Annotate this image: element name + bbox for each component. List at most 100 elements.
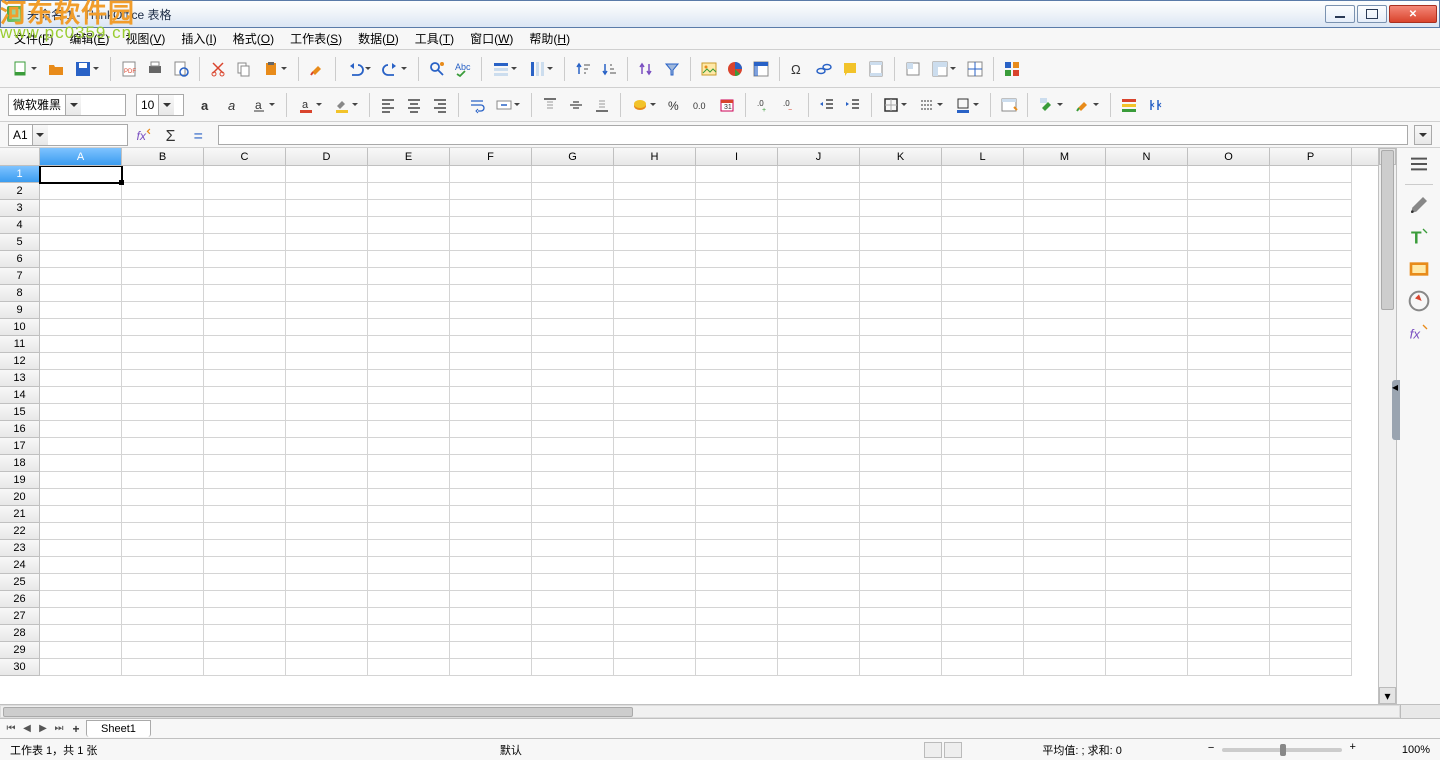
cell[interactable]: [778, 438, 860, 455]
cell[interactable]: [1270, 421, 1352, 438]
cell[interactable]: [1188, 285, 1270, 302]
cell[interactable]: [204, 642, 286, 659]
cell[interactable]: [450, 523, 532, 540]
cell[interactable]: [942, 591, 1024, 608]
cell[interactable]: [614, 574, 696, 591]
cell[interactable]: [942, 404, 1024, 421]
cell[interactable]: [614, 472, 696, 489]
cell[interactable]: [40, 523, 122, 540]
cell[interactable]: [942, 319, 1024, 336]
cell[interactable]: [696, 472, 778, 489]
cell[interactable]: [450, 489, 532, 506]
cell[interactable]: [122, 608, 204, 625]
cell[interactable]: [614, 489, 696, 506]
cell[interactable]: [204, 438, 286, 455]
cell[interactable]: [40, 540, 122, 557]
merge-cells-button[interactable]: [491, 93, 525, 117]
cell[interactable]: [286, 251, 368, 268]
cell[interactable]: [40, 489, 122, 506]
cell[interactable]: [368, 166, 450, 183]
column-header[interactable]: N: [1106, 148, 1188, 165]
cell[interactable]: [860, 523, 942, 540]
cell[interactable]: [368, 472, 450, 489]
cell[interactable]: [1270, 251, 1352, 268]
column-header[interactable]: A: [40, 148, 122, 165]
sheet-nav-first[interactable]: ⏮: [4, 722, 18, 736]
cell[interactable]: [1270, 370, 1352, 387]
cell[interactable]: [122, 217, 204, 234]
cell[interactable]: [204, 489, 286, 506]
cell[interactable]: [860, 557, 942, 574]
cell[interactable]: [450, 540, 532, 557]
cell[interactable]: [778, 234, 860, 251]
cell[interactable]: [778, 404, 860, 421]
cell[interactable]: [450, 404, 532, 421]
cell[interactable]: [860, 217, 942, 234]
font-color-button[interactable]: a: [293, 93, 327, 117]
cell[interactable]: [1270, 506, 1352, 523]
gallery-panel-icon[interactable]: [1407, 257, 1431, 281]
cell[interactable]: [1270, 608, 1352, 625]
cell[interactable]: [532, 506, 614, 523]
cell[interactable]: [40, 166, 122, 183]
row-header[interactable]: 29: [0, 642, 40, 659]
cell[interactable]: [614, 200, 696, 217]
insert-comment-button[interactable]: [838, 57, 862, 81]
cut-button[interactable]: [206, 57, 230, 81]
row-header[interactable]: 1: [0, 166, 40, 183]
cell[interactable]: [696, 387, 778, 404]
cell[interactable]: [778, 387, 860, 404]
cell[interactable]: [532, 540, 614, 557]
cell[interactable]: [286, 166, 368, 183]
cell[interactable]: [860, 540, 942, 557]
cell[interactable]: [204, 455, 286, 472]
cell[interactable]: [40, 625, 122, 642]
cell[interactable]: [860, 642, 942, 659]
cell[interactable]: [860, 659, 942, 676]
menu-i[interactable]: 插入(I): [173, 28, 224, 49]
cell[interactable]: [532, 557, 614, 574]
cell[interactable]: [532, 591, 614, 608]
cell[interactable]: [1106, 455, 1188, 472]
open-button[interactable]: [44, 57, 68, 81]
cell[interactable]: [122, 506, 204, 523]
cell[interactable]: [696, 302, 778, 319]
cell[interactable]: [942, 540, 1024, 557]
horizontal-scrollbar[interactable]: [0, 704, 1440, 718]
cell[interactable]: [450, 608, 532, 625]
row-header[interactable]: 2: [0, 183, 40, 200]
cell[interactable]: [368, 625, 450, 642]
cell[interactable]: [778, 574, 860, 591]
row-header[interactable]: 8: [0, 285, 40, 302]
cell[interactable]: [286, 557, 368, 574]
cell[interactable]: [1106, 353, 1188, 370]
cell[interactable]: [860, 285, 942, 302]
cell[interactable]: [942, 200, 1024, 217]
cell[interactable]: [614, 455, 696, 472]
cell[interactable]: [778, 217, 860, 234]
cell[interactable]: [1106, 642, 1188, 659]
cell[interactable]: [368, 319, 450, 336]
formula-expand-button[interactable]: [1414, 125, 1432, 145]
cell[interactable]: [1188, 455, 1270, 472]
sheet-nav-prev[interactable]: ◀: [20, 722, 34, 736]
cell[interactable]: [1270, 166, 1352, 183]
cell[interactable]: [942, 217, 1024, 234]
cell[interactable]: [1188, 625, 1270, 642]
cell[interactable]: [942, 234, 1024, 251]
cell[interactable]: [532, 659, 614, 676]
cell[interactable]: [368, 353, 450, 370]
cell[interactable]: [450, 421, 532, 438]
cell[interactable]: [614, 404, 696, 421]
cell[interactable]: [1270, 438, 1352, 455]
cell[interactable]: [1024, 540, 1106, 557]
cell[interactable]: [1188, 404, 1270, 421]
cell[interactable]: [1270, 268, 1352, 285]
cell[interactable]: [1024, 438, 1106, 455]
cell[interactable]: [1024, 268, 1106, 285]
cell[interactable]: [1024, 319, 1106, 336]
cell[interactable]: [122, 302, 204, 319]
cell[interactable]: [614, 557, 696, 574]
row-header[interactable]: 3: [0, 200, 40, 217]
cell[interactable]: [942, 370, 1024, 387]
